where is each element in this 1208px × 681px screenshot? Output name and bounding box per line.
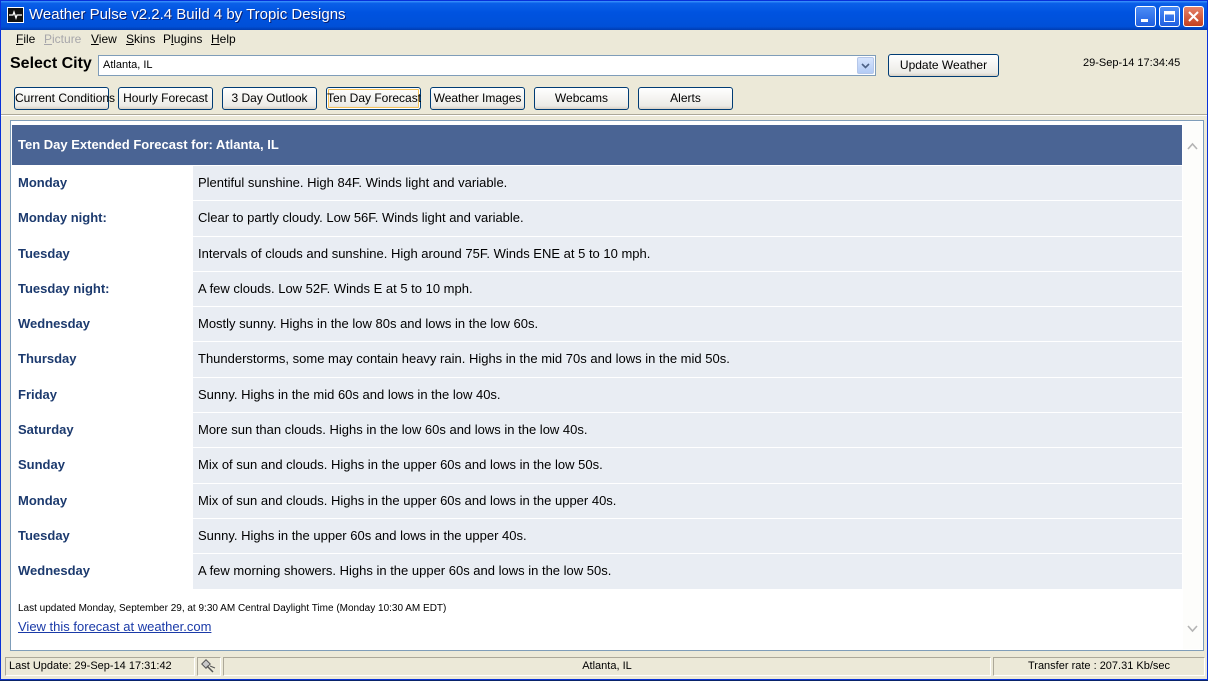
menu-bar: File Picture View Skins Plugins Help — [1, 30, 1207, 49]
chevron-down-icon — [1187, 625, 1198, 633]
maximize-icon — [1164, 11, 1175, 22]
tab-ten-day-forecast[interactable]: Ten Day Forecast — [326, 87, 421, 110]
menu-skins[interactable]: Skins — [126, 32, 155, 46]
weather-com-link[interactable]: View this forecast at weather.com — [18, 619, 211, 634]
forecast-day: Friday — [12, 377, 192, 413]
tab-webcams[interactable]: Webcams — [534, 87, 629, 110]
status-city: Atlanta, IL — [223, 657, 991, 676]
scroll-down-button[interactable] — [1183, 620, 1202, 637]
forecast-row: Tuesday night: A few clouds. Low 52F. Win… — [12, 271, 1182, 308]
menu-file[interactable]: File — [16, 32, 35, 46]
forecast-day: Saturday — [12, 413, 192, 448]
maximize-button[interactable] — [1159, 6, 1180, 27]
forecast-day: Monday — [12, 483, 192, 518]
minimize-button[interactable] — [1135, 6, 1156, 27]
forecast-row: Thursday Thunderstorms, some may contain … — [12, 342, 1182, 378]
menu-picture[interactable]: Picture — [44, 32, 81, 46]
forecast-description: A few morning showers. Highs in the uppe… — [193, 554, 1182, 589]
forecast-day: Monday night: — [12, 201, 192, 236]
forecast-day: Tuesday night: — [12, 271, 192, 307]
forecast-day: Tuesday — [12, 518, 192, 554]
close-icon — [1188, 11, 1199, 22]
forecast-description: Clear to partly cloudy. Low 56F. Winds l… — [193, 201, 1182, 236]
forecast-row: Tuesday Sunny. Highs in the upper 60s and… — [12, 518, 1182, 555]
forecast-description: Mix of sun and clouds. Highs in the uppe… — [193, 483, 1182, 518]
tab-current-conditions[interactable]: Current Conditions — [14, 87, 115, 110]
city-select-value: Atlanta, IL — [103, 59, 153, 71]
status-transfer-rate: Transfer rate : 207.31 Kb/sec — [993, 657, 1205, 676]
window-title: Weather Pulse v2.2.4 Build 4 by Tropic D… — [29, 6, 346, 23]
forecast-row: Monday Mix of sun and clouds. Highs in th… — [12, 483, 1182, 519]
update-weather-button[interactable]: Update Weather — [888, 54, 999, 77]
select-city-label: Select City — [10, 55, 92, 72]
menu-help[interactable]: Help — [211, 32, 236, 46]
forecast-description: More sun than clouds. Highs in the low 6… — [193, 413, 1182, 448]
close-button[interactable] — [1183, 6, 1204, 27]
forecast-row: Monday Plentiful sunshine. High 84F. Wind… — [12, 166, 1182, 202]
forecast-description: Plentiful sunshine. High 84F. Winds ligh… — [193, 166, 1182, 201]
tab-hourly-forecast[interactable]: Hourly Forecast — [118, 87, 213, 110]
forecast-description: Intervals of clouds and sunshine. High a… — [193, 236, 1182, 271]
forecast-day: Wednesday — [12, 307, 192, 342]
city-dropdown-button[interactable] — [857, 57, 874, 74]
forecast-day: Monday — [12, 166, 192, 201]
chevron-up-icon — [1187, 142, 1198, 150]
menu-view[interactable]: View — [91, 32, 117, 46]
forecast-day: Tuesday — [12, 236, 192, 271]
forecast-table: Monday Plentiful sunshine. High 84F. Wind… — [12, 166, 1182, 590]
last-updated-note: Last updated Monday, September 29, at 9:… — [18, 603, 447, 614]
forecast-day: Thursday — [12, 342, 192, 377]
forecast-description: A few clouds. Low 52F. Winds E at 5 to 1… — [193, 271, 1182, 307]
forecast-description: Mostly sunny. Highs in the low 80s and l… — [193, 307, 1182, 342]
current-time: 29-Sep-14 17:34:45 — [1083, 57, 1181, 69]
forecast-description: Sunny. Highs in the mid 60s and lows in … — [193, 377, 1182, 413]
scroll-up-button[interactable] — [1183, 138, 1202, 155]
title-bar[interactable]: Weather Pulse v2.2.4 Build 4 by Tropic D… — [1, 1, 1207, 30]
app-logo-icon[interactable] — [7, 7, 24, 23]
forecast-row: Saturday More sun than clouds. Highs in t… — [12, 413, 1182, 449]
forecast-row: Wednesday Mostly sunny. Highs in the low … — [12, 307, 1182, 343]
forecast-row: Friday Sunny. Highs in the mid 60s and lo… — [12, 377, 1182, 414]
forecast-day: Sunday — [12, 448, 192, 483]
city-select[interactable]: Atlanta, IL — [98, 55, 876, 76]
tab-alerts[interactable]: Alerts — [638, 87, 733, 110]
minimize-icon — [1141, 19, 1148, 22]
tab-weather-images[interactable]: Weather Images — [430, 87, 525, 110]
chevron-down-icon — [861, 63, 870, 69]
status-last-update: Last Update: 29-Sep-14 17:31:42 — [5, 657, 195, 676]
forecast-panel[interactable]: Ten Day Extended Forecast for: Atlanta, … — [10, 120, 1204, 651]
menu-plugins[interactable]: Plugins — [163, 32, 202, 46]
forecast-description: Mix of sun and clouds. Highs in the uppe… — [193, 448, 1182, 483]
app-window: Weather Pulse v2.2.4 Build 4 by Tropic D… — [0, 0, 1208, 680]
satellite-icon — [201, 659, 216, 673]
tab-3-day-outlook[interactable]: 3 Day Outlook — [222, 87, 317, 110]
forecast-header: Ten Day Extended Forecast for: Atlanta, … — [12, 125, 1182, 165]
divider — [1, 114, 1207, 116]
forecast-day: Wednesday — [12, 554, 192, 589]
forecast-description: Sunny. Highs in the upper 60s and lows i… — [193, 518, 1182, 554]
status-bar: Last Update: 29-Sep-14 17:31:42 Atlanta,… — [1, 655, 1207, 679]
forecast-row: Tuesday Intervals of clouds and sunshine.… — [12, 236, 1182, 272]
forecast-row: Sunday Mix of sun and clouds. Highs in th… — [12, 448, 1182, 484]
status-icon-panel — [197, 657, 221, 676]
vertical-scrollbar[interactable] — [1183, 122, 1202, 649]
forecast-row: Wednesday A few morning showers. Highs in… — [12, 554, 1182, 590]
forecast-row: Monday night: Clear to partly cloudy. Low… — [12, 201, 1182, 237]
forecast-description: Thunderstorms, some may contain heavy ra… — [193, 342, 1182, 377]
